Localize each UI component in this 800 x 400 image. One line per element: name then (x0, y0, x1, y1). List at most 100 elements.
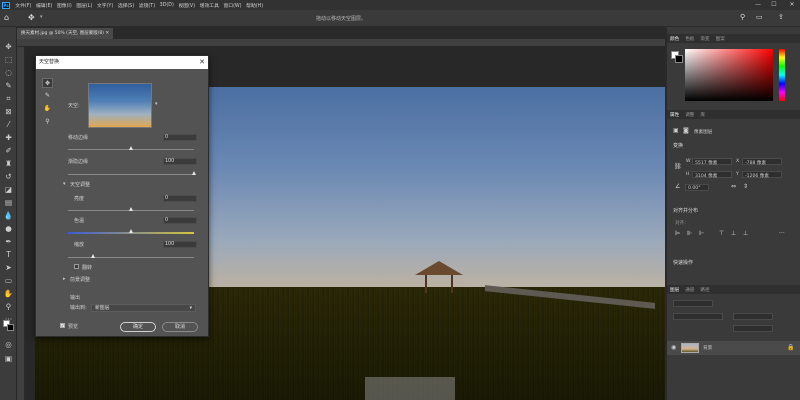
move-tool-icon[interactable]: ✥ (3, 41, 14, 52)
menu-help[interactable]: 帮助(H) (244, 2, 266, 9)
scale-slider-thumb[interactable] (90, 254, 95, 258)
flip-checkbox[interactable] (74, 264, 79, 269)
mask-icon[interactable]: ◙ (683, 127, 689, 134)
shift-edge-slider-thumb[interactable] (128, 146, 133, 150)
chevron-down-icon[interactable]: ▾ (63, 181, 66, 187)
angle-field[interactable]: 0.00° (685, 184, 709, 191)
fill-field[interactable] (733, 325, 773, 332)
x-field[interactable]: -788 像素 (742, 158, 782, 166)
eraser-tool-icon[interactable]: ◪ (3, 184, 14, 195)
menu-edit[interactable]: 编辑(E) (34, 2, 55, 9)
align-section-title[interactable]: 对齐并分布 (673, 207, 698, 214)
healing-tool-icon[interactable]: ✚ (3, 132, 14, 143)
menu-3d[interactable]: 3D(D) (157, 3, 176, 8)
frame-tool-icon[interactable]: ⊠ (3, 106, 14, 117)
menu-file[interactable]: 文件(F) (13, 2, 34, 9)
eyedropper-tool-icon[interactable]: ⁄ (3, 119, 14, 130)
brush-tool-icon[interactable]: ✐ (3, 145, 14, 156)
align-bottom-icon[interactable]: ⊥ (743, 230, 748, 237)
shift-edge-input[interactable]: 0 (163, 134, 197, 141)
y-field[interactable]: -1206 像素 (742, 171, 782, 179)
close-window-button[interactable]: ✕ (786, 0, 798, 10)
path-select-tool-icon[interactable]: ➤ (3, 262, 14, 273)
home-icon[interactable]: ⌂ (4, 13, 9, 22)
marquee-tool-icon[interactable]: ⬚ (3, 54, 14, 65)
height-field[interactable]: 3104 像素 (692, 171, 732, 179)
color-picker-field[interactable] (685, 49, 773, 101)
menu-view[interactable]: 视图(V) (176, 2, 197, 9)
screen-mode-icon[interactable]: ▣ (3, 353, 14, 364)
tab-channels[interactable]: 通道 (682, 287, 697, 293)
type-tool-icon[interactable]: T (3, 249, 14, 260)
lasso-tool-icon[interactable]: ◌ (3, 67, 14, 78)
flip-horizontal-icon[interactable]: ⇔ (731, 183, 736, 190)
tab-adjustments[interactable]: 调整 (682, 112, 697, 118)
sky-brush-tool-icon[interactable]: ✎ (42, 91, 53, 101)
minimize-button[interactable]: — (752, 0, 764, 10)
fade-edge-input[interactable]: 100 (163, 158, 197, 165)
ok-button[interactable]: 确定 (120, 322, 156, 332)
align-right-icon[interactable]: ⊩ (699, 230, 704, 237)
hand-tool-icon[interactable]: ✋ (42, 104, 53, 114)
maximize-button[interactable]: ☐ (768, 0, 780, 10)
blur-tool-icon[interactable]: 💧 (3, 210, 14, 221)
pen-tool-icon[interactable]: ✒ (3, 236, 14, 247)
opacity-field[interactable] (733, 313, 773, 320)
zoom-tool-icon[interactable]: ⚲ (3, 301, 14, 312)
workspace-icon[interactable]: ▭ (756, 13, 763, 21)
scale-input[interactable]: 100 (163, 241, 197, 248)
tab-swatches[interactable]: 色板 (682, 36, 697, 42)
quick-mask-icon[interactable]: ◎ (3, 339, 14, 350)
fade-edge-slider[interactable] (68, 174, 194, 175)
quick-actions-title[interactable]: 快速操作 (673, 259, 693, 266)
close-icon[interactable]: ✕ (199, 56, 205, 69)
tab-paths[interactable]: 路径 (697, 287, 712, 293)
link-icon[interactable]: ⛓ (674, 163, 682, 170)
align-left-icon[interactable]: ⊫ (675, 230, 680, 237)
cancel-button[interactable]: 取消 (162, 322, 198, 332)
layer-filter-select[interactable] (673, 300, 713, 307)
eye-icon[interactable]: ◉ (671, 344, 676, 351)
stamp-tool-icon[interactable]: ♜ (3, 158, 14, 169)
sky-preset-thumbnail[interactable] (88, 83, 152, 128)
shape-tool-icon[interactable]: ▭ (3, 275, 14, 286)
menu-plugins[interactable]: 增效工具 (197, 2, 221, 9)
tab-properties[interactable]: 属性 (667, 112, 682, 118)
brightness-input[interactable]: 0 (163, 195, 197, 202)
preview-checkbox[interactable]: ✓ (60, 323, 65, 328)
menu-layer[interactable]: 图层(L) (74, 2, 95, 9)
menu-image[interactable]: 图像(I) (55, 2, 74, 9)
move-icon[interactable]: ✥ (28, 13, 35, 22)
more-icon[interactable]: ··· (779, 230, 785, 237)
tab-layers[interactable]: 图层 (667, 287, 682, 293)
foreground-adjust-label[interactable]: 前景调整 (70, 276, 90, 283)
chevron-down-icon[interactable]: ▾ (155, 101, 158, 107)
background-color-swatch[interactable] (675, 55, 683, 63)
hue-slider[interactable] (779, 49, 785, 101)
flip-vertical-icon[interactable]: ⇕ (743, 183, 748, 190)
menu-filter[interactable]: 滤镜(T) (137, 2, 158, 9)
temperature-slider-thumb[interactable] (128, 229, 133, 233)
width-field[interactable]: 5517 像素 (692, 158, 732, 166)
tab-color[interactable]: 颜色 (667, 36, 682, 42)
fade-edge-slider-thumb[interactable] (191, 171, 196, 175)
align-middle-icon[interactable]: ⊥ (731, 230, 736, 237)
brightness-slider-thumb[interactable] (128, 207, 133, 211)
dodge-tool-icon[interactable]: ● (3, 223, 14, 234)
hand-tool-icon[interactable]: ✋ (3, 288, 14, 299)
transform-section-title[interactable]: 变换 (673, 142, 683, 149)
temperature-input[interactable]: 0 (163, 217, 197, 224)
document-tab[interactable]: 换天素材.jpg @ 50% (天空, 图层蒙版/8) ✕ (17, 28, 114, 39)
output-to-select[interactable]: 新图层 ▾ (91, 304, 196, 312)
tab-gradients[interactable]: 渐变 (697, 36, 712, 42)
quick-select-tool-icon[interactable]: ✎ (3, 80, 14, 91)
chevron-down-icon[interactable]: ▾ (40, 14, 43, 20)
zoom-tool-icon[interactable]: ⚲ (42, 117, 53, 127)
sky-move-tool-icon[interactable]: ✥ (42, 78, 53, 88)
menu-type[interactable]: 文字(Y) (95, 2, 116, 9)
search-icon[interactable]: ⚲ (740, 13, 745, 21)
chevron-right-icon[interactable]: ▸ (63, 276, 66, 282)
crop-tool-icon[interactable]: ⌗ (3, 93, 14, 104)
sky-adjust-label[interactable]: 天空调整 (70, 181, 90, 188)
tab-libraries[interactable]: 库 (697, 112, 708, 118)
